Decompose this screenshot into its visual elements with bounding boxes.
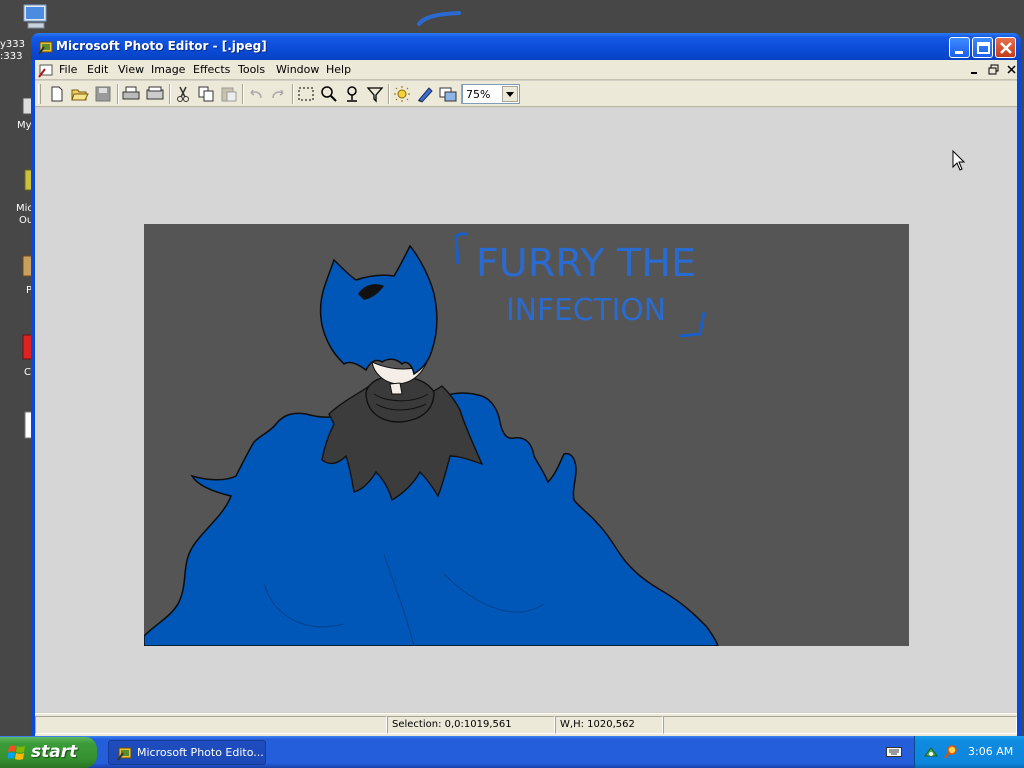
status-message: [35, 716, 387, 734]
menu-edit[interactable]: Edit: [87, 63, 108, 76]
copy-icon: [198, 86, 214, 102]
close-icon: [1000, 42, 1012, 54]
minimize-button[interactable]: [949, 37, 970, 58]
scan-button[interactable]: [145, 85, 165, 103]
printer-icon: [122, 86, 140, 100]
standard-toolbar: 75%: [35, 81, 1017, 107]
my-computer-icon[interactable]: [20, 3, 50, 31]
undo-button[interactable]: [246, 85, 266, 103]
scissors-icon: [177, 86, 189, 102]
status-extra: [663, 716, 1017, 734]
zoom-dropdown-arrow[interactable]: [502, 86, 518, 102]
paste-button[interactable]: [219, 85, 239, 103]
window-client-area: File Edit View Image Effects Tools Windo…: [35, 60, 1017, 736]
menu-help[interactable]: Help: [326, 63, 351, 76]
image-title-line1: FURRY THE: [476, 241, 696, 285]
search-icon[interactable]: [943, 744, 959, 760]
keyboard-icon[interactable]: [886, 746, 902, 758]
menu-tools[interactable]: Tools: [238, 63, 265, 76]
pencil-icon: [418, 87, 433, 103]
title-bar[interactable]: Microsoft Photo Editor - [.jpeg]: [31, 33, 1021, 60]
redo-icon: [272, 89, 284, 99]
open-folder-icon: [71, 89, 89, 101]
network-icon[interactable]: [923, 744, 939, 760]
taskbar: start Microsoft Photo Edito... 3:06 AM: [0, 736, 1024, 768]
image-properties-button[interactable]: [438, 85, 458, 103]
transparency-pin-icon: [347, 86, 357, 102]
set-transparent-button[interactable]: [342, 85, 362, 103]
document-restore-icon[interactable]: [987, 64, 1001, 76]
toolbar-separator: [169, 84, 171, 104]
scanner-icon: [146, 86, 164, 100]
touchup-button[interactable]: [415, 85, 435, 103]
toolbar-separator: [242, 84, 244, 104]
drawing-artwork: FURRY THE INFECTION: [144, 232, 719, 646]
zoom-button[interactable]: [319, 85, 339, 103]
open-button[interactable]: [70, 85, 90, 103]
menu-window[interactable]: Window: [276, 63, 319, 76]
zoom-value: 75%: [466, 88, 491, 101]
taskbar-item-label: Microsoft Photo Edito...: [137, 746, 264, 759]
menu-effects[interactable]: Effects: [193, 63, 230, 76]
photo-editor-app-icon[interactable]: [38, 39, 54, 55]
document-control-icon[interactable]: [38, 62, 54, 78]
new-document-icon: [51, 86, 63, 102]
status-selection: Selection: 0,0:1019,561: [387, 716, 555, 734]
maximize-button[interactable]: [972, 37, 993, 58]
photo-editor-window: Microsoft Photo Editor - [.jpeg] File Ed…: [31, 33, 1021, 736]
taskbar-clock[interactable]: 3:06 AM: [968, 745, 1013, 758]
status-bar: Selection: 0,0:1019,561 W,H: 1020,562: [35, 713, 1017, 736]
toolbar-separator: [388, 84, 390, 104]
start-button[interactable]: start: [0, 737, 97, 768]
maximize-icon: [977, 42, 990, 54]
toolbar-separator: [292, 84, 294, 104]
desktop-icon-strip: y333 :333 My Mic Ou P C: [0, 0, 47, 736]
redo-button[interactable]: [268, 85, 288, 103]
document-minimize-icon[interactable]: [968, 64, 982, 76]
magnifier-icon: [321, 86, 337, 102]
copy-button[interactable]: [196, 85, 216, 103]
chevron-down-icon: [506, 92, 514, 97]
save-button[interactable]: [93, 85, 113, 103]
toolbar-grip[interactable]: [38, 84, 41, 104]
menu-image[interactable]: Image: [151, 63, 185, 76]
taskbar-item-photo-editor[interactable]: Microsoft Photo Edito...: [108, 740, 266, 765]
funnel-icon: [366, 87, 384, 103]
new-button[interactable]: [47, 85, 67, 103]
close-button[interactable]: [995, 37, 1016, 58]
sun-icon: [394, 86, 410, 102]
crop-button[interactable]: [365, 85, 385, 103]
zoom-dropdown[interactable]: 75%: [462, 84, 520, 104]
image-canvas[interactable]: FURRY THE INFECTION: [144, 224, 909, 646]
save-disk-icon: [95, 86, 111, 102]
minimize-icon: [955, 51, 963, 54]
rectangle-select-icon: [298, 87, 314, 101]
auto-balance-button[interactable]: [392, 85, 412, 103]
cut-button[interactable]: [173, 85, 193, 103]
undo-icon: [250, 89, 262, 99]
system-tray: 3:06 AM: [914, 736, 1024, 768]
mouse-pointer-icon: [952, 150, 966, 171]
photo-editor-app-icon: [117, 747, 132, 761]
desktop-label-2: :333: [0, 51, 23, 62]
window-title: Microsoft Photo Editor - [.jpeg]: [56, 39, 267, 53]
start-label: start: [31, 742, 78, 762]
image-title-line2: INFECTION: [506, 293, 666, 328]
menu-file[interactable]: File: [59, 63, 77, 76]
status-dimensions: W,H: 1020,562: [555, 716, 663, 734]
document-close-icon[interactable]: [1005, 64, 1019, 76]
paste-clipboard-icon: [221, 87, 237, 102]
image-properties-icon: [439, 87, 457, 102]
windows-logo-icon: [8, 745, 25, 760]
desktop-label-1: y333: [0, 39, 26, 50]
image-workspace[interactable]: FURRY THE INFECTION: [35, 108, 1017, 712]
menu-view[interactable]: View: [118, 63, 144, 76]
toolbar-separator: [117, 84, 119, 104]
print-button[interactable]: [121, 85, 141, 103]
menu-bar: File Edit View Image Effects Tools Windo…: [35, 60, 1017, 80]
select-button[interactable]: [296, 85, 316, 103]
desktop-scribble: [417, 11, 461, 26]
